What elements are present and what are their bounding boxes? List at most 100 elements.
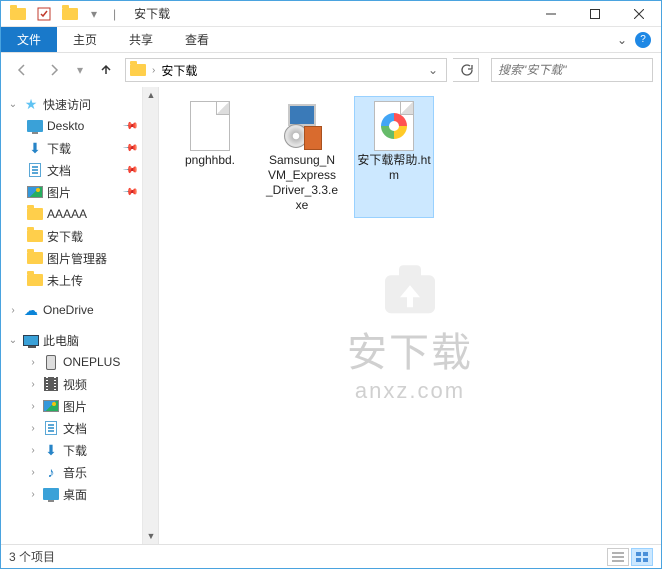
chevron-right-icon[interactable]: › <box>7 305 19 316</box>
window-title: 安下载 <box>134 5 170 22</box>
maximize-button[interactable] <box>573 1 617 27</box>
pic-icon <box>43 398 59 414</box>
pin-icon: 📌 <box>121 118 138 135</box>
sidebar-item[interactable]: › ♪ 音乐 <box>1 461 158 483</box>
chevron-right-icon[interactable]: › <box>27 489 39 500</box>
chevron-right-icon[interactable]: › <box>152 65 155 76</box>
pin-icon: 📌 <box>121 184 138 201</box>
tab-share[interactable]: 共享 <box>113 27 169 52</box>
tab-view[interactable]: 查看 <box>169 27 225 52</box>
file-icon <box>277 101 327 151</box>
tree-label: AAAAA <box>47 207 87 221</box>
chevron-right-icon[interactable]: › <box>27 401 39 412</box>
refresh-button[interactable] <box>453 58 479 82</box>
view-icons-button[interactable] <box>631 548 653 566</box>
status-bar: 3 个项目 <box>1 544 661 568</box>
qat-properties-icon[interactable] <box>33 3 55 25</box>
sidebar-item[interactable]: › ONEPLUS <box>1 351 158 373</box>
view-details-button[interactable] <box>607 548 629 566</box>
tree-this-pc[interactable]: ⌄ 此电脑 <box>1 329 158 351</box>
sidebar-item[interactable]: ⬇ 下载 📌 <box>1 137 158 159</box>
tree-label: 下载 <box>63 442 87 459</box>
qat-folder-icon[interactable] <box>7 3 29 25</box>
explorer-body: ▲ ▼ ⌄ ★ 快速访问 Deskto 📌⬇ 下载 📌 文档 📌 图片 📌 AA… <box>1 87 661 544</box>
sidebar-item[interactable]: 图片 📌 <box>1 181 158 203</box>
qat-folder2-icon[interactable] <box>59 3 81 25</box>
chevron-down-icon[interactable]: ⌄ <box>7 335 19 346</box>
sidebar-item[interactable]: › ⬇ 下载 <box>1 439 158 461</box>
tree-label: 图片 <box>47 184 71 201</box>
ribbon-collapse-icon[interactable]: ⌄ <box>617 33 627 47</box>
download-icon: ⬇ <box>27 140 43 156</box>
breadcrumb-current[interactable]: 安下载 <box>161 62 197 79</box>
folder-icon <box>27 228 43 244</box>
nav-back-button[interactable] <box>9 57 35 83</box>
chevron-down-icon[interactable]: ⌄ <box>7 99 19 110</box>
pc-icon <box>23 332 39 348</box>
watermark: 安下载 anxz.com <box>347 257 473 404</box>
ribbon-tabs: 文件 主页 共享 查看 ⌄ ? <box>1 27 661 53</box>
folder-icon <box>27 206 43 222</box>
sidebar-item[interactable]: 安下载 <box>1 225 158 247</box>
tab-home[interactable]: 主页 <box>57 27 113 52</box>
file-item[interactable]: Samsung_NVM_Express_Driver_3.3.exe <box>263 97 341 217</box>
tree-label: 未上传 <box>47 272 83 289</box>
file-item[interactable]: pnghhbd. <box>171 97 249 217</box>
sidebar-item[interactable]: Deskto 📌 <box>1 115 158 137</box>
nav-up-button[interactable] <box>93 57 119 83</box>
sidebar-item[interactable]: › 桌面 <box>1 483 158 505</box>
watermark-text: 安下载 <box>347 320 473 378</box>
navigation-pane[interactable]: ▲ ▼ ⌄ ★ 快速访问 Deskto 📌⬇ 下载 📌 文档 📌 图片 📌 AA… <box>1 87 159 544</box>
sidebar-item[interactable]: › 文档 <box>1 417 158 439</box>
files-area: pnghhbd. Samsung_NVM_Express_Driver_3.3.… <box>171 97 649 217</box>
tab-file[interactable]: 文件 <box>1 27 57 52</box>
sidebar-item[interactable]: AAAAA <box>1 203 158 225</box>
tree-quick-access[interactable]: ⌄ ★ 快速访问 <box>1 93 158 115</box>
status-item-count: 3 个项目 <box>9 548 55 565</box>
search-box[interactable] <box>491 58 653 82</box>
tree-label: 桌面 <box>63 486 87 503</box>
chevron-right-icon[interactable]: › <box>27 467 39 478</box>
scroll-down-icon[interactable]: ▼ <box>143 528 159 544</box>
close-button[interactable] <box>617 1 661 27</box>
download-icon: ⬇ <box>43 442 59 458</box>
tree-label: 图片管理器 <box>47 250 107 267</box>
nav-forward-button[interactable] <box>41 57 67 83</box>
sidebar-item[interactable]: 未上传 <box>1 269 158 291</box>
video-icon <box>43 376 59 392</box>
tree-label: 下载 <box>47 140 71 157</box>
chevron-right-icon[interactable]: › <box>27 423 39 434</box>
help-icon[interactable]: ? <box>635 32 651 48</box>
titlebar: ▾ | 安下载 <box>1 1 661 27</box>
sidebar-item[interactable]: › 视频 <box>1 373 158 395</box>
desktop-icon <box>27 118 43 134</box>
file-item[interactable]: 安下载帮助.htm <box>355 97 433 217</box>
content-pane[interactable]: 安下载 anxz.com pnghhbd. Samsung_NVM_Expres… <box>159 87 661 544</box>
file-icon <box>185 101 235 151</box>
tree-label: 快速访问 <box>43 96 91 113</box>
chevron-right-icon[interactable]: › <box>27 357 39 368</box>
tree-label: 此电脑 <box>43 332 79 349</box>
search-input[interactable] <box>498 63 646 77</box>
tree-label: 文档 <box>47 162 71 179</box>
qat-dropdown-icon[interactable]: ▾ <box>91 7 97 21</box>
minimize-button[interactable] <box>529 1 573 27</box>
address-folder-icon <box>130 64 146 76</box>
star-icon: ★ <box>23 96 39 112</box>
sidebar-item[interactable]: 图片管理器 <box>1 247 158 269</box>
nav-history-dropdown[interactable]: ▾ <box>73 57 87 83</box>
tree-label: 视频 <box>63 376 87 393</box>
address-bar-row: ▾ › 安下载 ⌄ <box>1 53 661 87</box>
file-label: pnghhbd. <box>185 153 235 168</box>
tree-label: OneDrive <box>43 303 94 317</box>
address-dropdown-icon[interactable]: ⌄ <box>424 63 442 77</box>
sidebar-item[interactable]: › 图片 <box>1 395 158 417</box>
chevron-right-icon[interactable]: › <box>27 379 39 390</box>
tree-label: 安下载 <box>47 228 83 245</box>
sidebar-item[interactable]: 文档 📌 <box>1 159 158 181</box>
address-bar[interactable]: › 安下载 ⌄ <box>125 58 447 82</box>
chevron-right-icon[interactable]: › <box>27 445 39 456</box>
tree-label: 图片 <box>63 398 87 415</box>
folder-icon <box>27 250 43 266</box>
tree-onedrive[interactable]: › ☁ OneDrive <box>1 299 158 321</box>
